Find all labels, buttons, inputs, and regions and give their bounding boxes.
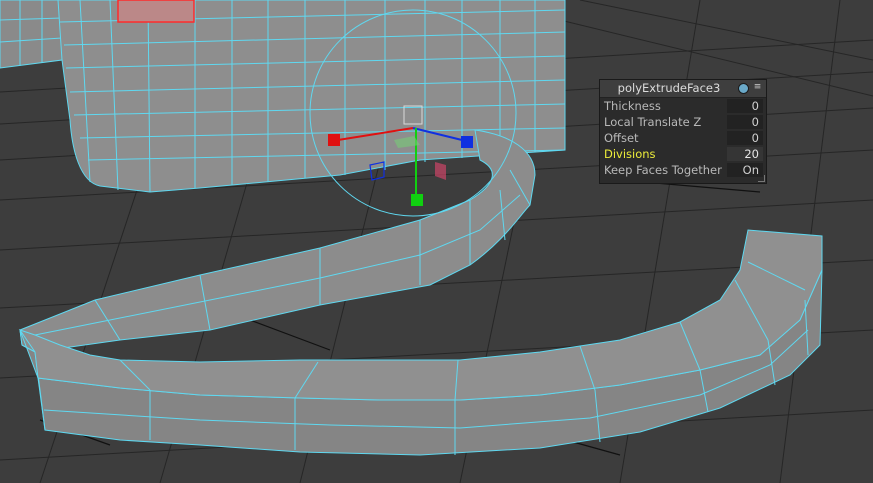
- x-axis-cube: [328, 134, 340, 146]
- attribute-row-divisions[interactable]: Divisions 20: [600, 146, 766, 162]
- attribute-list: Thickness 0 Local Translate Z 0 Offset 0…: [600, 98, 766, 178]
- attribute-value[interactable]: 20: [727, 147, 763, 161]
- panel-title-bar[interactable]: polyExtrudeFace3 ≡: [600, 80, 766, 98]
- z-axis-cube: [461, 136, 473, 148]
- polyextrude-hud-panel: polyExtrudeFace3 ≡ Thickness 0 Local Tra…: [599, 79, 767, 184]
- menu-icon[interactable]: ≡: [753, 82, 762, 93]
- background-mesh-left: [0, 0, 63, 69]
- 3d-viewport[interactable]: [0, 0, 873, 483]
- attribute-row-keep-faces-together[interactable]: Keep Faces Together On: [600, 162, 766, 178]
- resize-grip-icon[interactable]: [758, 175, 765, 182]
- attribute-label: Thickness: [604, 99, 661, 113]
- attribute-row-offset[interactable]: Offset 0: [600, 130, 766, 146]
- panel-title: polyExtrudeFace3: [617, 81, 721, 95]
- y-axis-cube: [411, 194, 423, 206]
- attribute-row-thickness[interactable]: Thickness 0: [600, 98, 766, 114]
- attribute-value[interactable]: 0: [727, 99, 763, 113]
- pin-icon[interactable]: [738, 83, 749, 94]
- selected-face: [117, 0, 195, 23]
- attribute-value[interactable]: 0: [727, 131, 763, 145]
- attribute-value[interactable]: 0: [727, 115, 763, 129]
- attribute-label: Keep Faces Together: [604, 163, 722, 177]
- attribute-label: Offset: [604, 131, 639, 145]
- attribute-row-local-translate-z[interactable]: Local Translate Z 0: [600, 114, 766, 130]
- attribute-label: Local Translate Z: [604, 115, 702, 129]
- attribute-label: Divisions: [604, 147, 656, 161]
